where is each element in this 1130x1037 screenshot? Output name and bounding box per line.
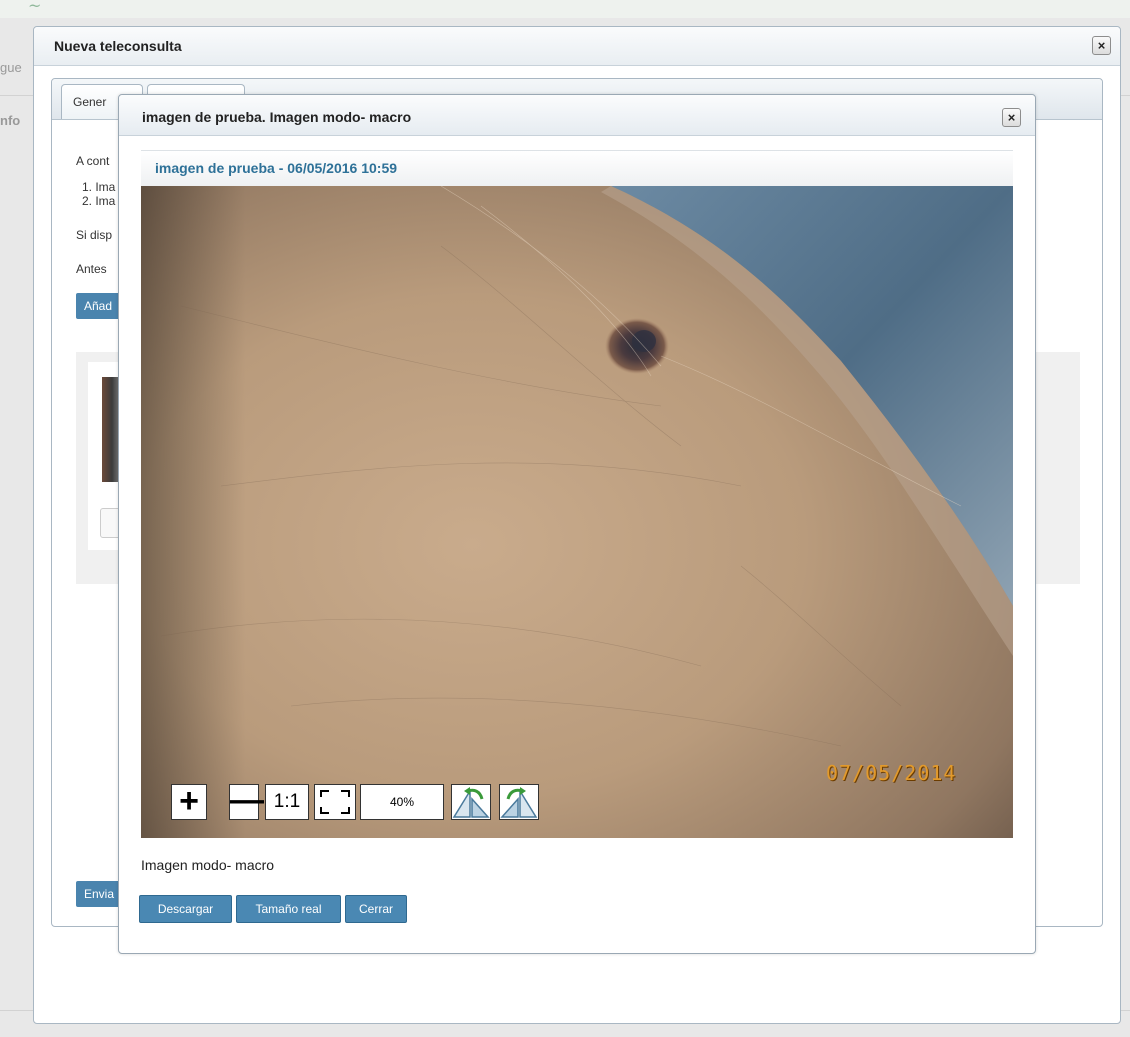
rotate-left-icon	[452, 787, 490, 818]
actual-size-button[interactable]: 1:1	[265, 784, 309, 820]
content-text: Antes	[76, 262, 107, 276]
image-caption: Imagen modo- macro	[141, 857, 275, 873]
zoom-in-button[interactable]: +	[171, 784, 207, 820]
image-viewer[interactable]: 07/05/2014 + — 1:1 40%	[141, 186, 1013, 838]
image-viewer-dialog: imagen de prueba. Imagen modo- macro × i…	[118, 94, 1036, 954]
close-icon[interactable]: ×	[1092, 36, 1111, 55]
zoom-out-button[interactable]: —	[229, 783, 264, 820]
send-label: Envia	[84, 887, 115, 901]
bg-logo: ~	[28, 0, 42, 15]
bg-topbar	[0, 0, 1130, 18]
add-image-label: Añad	[84, 299, 113, 313]
fit-to-screen-button[interactable]	[314, 784, 356, 820]
rotate-right-icon	[500, 787, 538, 818]
rotate-right-button[interactable]	[499, 784, 539, 820]
photo-date-stamp: 07/05/2014	[826, 761, 957, 785]
real-size-button[interactable]: Tamaño real	[236, 895, 341, 923]
content-text: A cont	[76, 154, 110, 168]
skin-lesion-photo	[141, 186, 1013, 838]
close-button[interactable]: Cerrar	[345, 895, 407, 923]
content-text: 2. Ima	[82, 194, 116, 208]
dialog-header: Nueva teleconsulta ×	[34, 27, 1120, 66]
image-name-date: imagen de prueba - 06/05/2016 10:59	[155, 160, 398, 176]
content-text: 1. Ima	[82, 180, 116, 194]
image-subheader: imagen de prueba - 06/05/2016 10:59	[141, 150, 1013, 187]
rotate-left-button[interactable]	[451, 784, 491, 820]
download-button[interactable]: Descargar	[139, 895, 232, 923]
zoom-level-display: 40%	[360, 784, 444, 820]
fit-screen-icon	[320, 790, 350, 814]
tab-general-label: Gener	[73, 95, 107, 109]
close-icon[interactable]: ×	[1002, 108, 1021, 127]
dialog-title: Nueva teleconsulta	[54, 38, 182, 54]
bg-edge-text: gue	[0, 60, 22, 75]
content-text: Si disp	[76, 228, 113, 242]
bg-edge-text: nfo	[0, 113, 21, 128]
image-dialog-title: imagen de prueba. Imagen modo- macro	[142, 109, 412, 125]
image-dialog-header: imagen de prueba. Imagen modo- macro ×	[119, 95, 1035, 136]
